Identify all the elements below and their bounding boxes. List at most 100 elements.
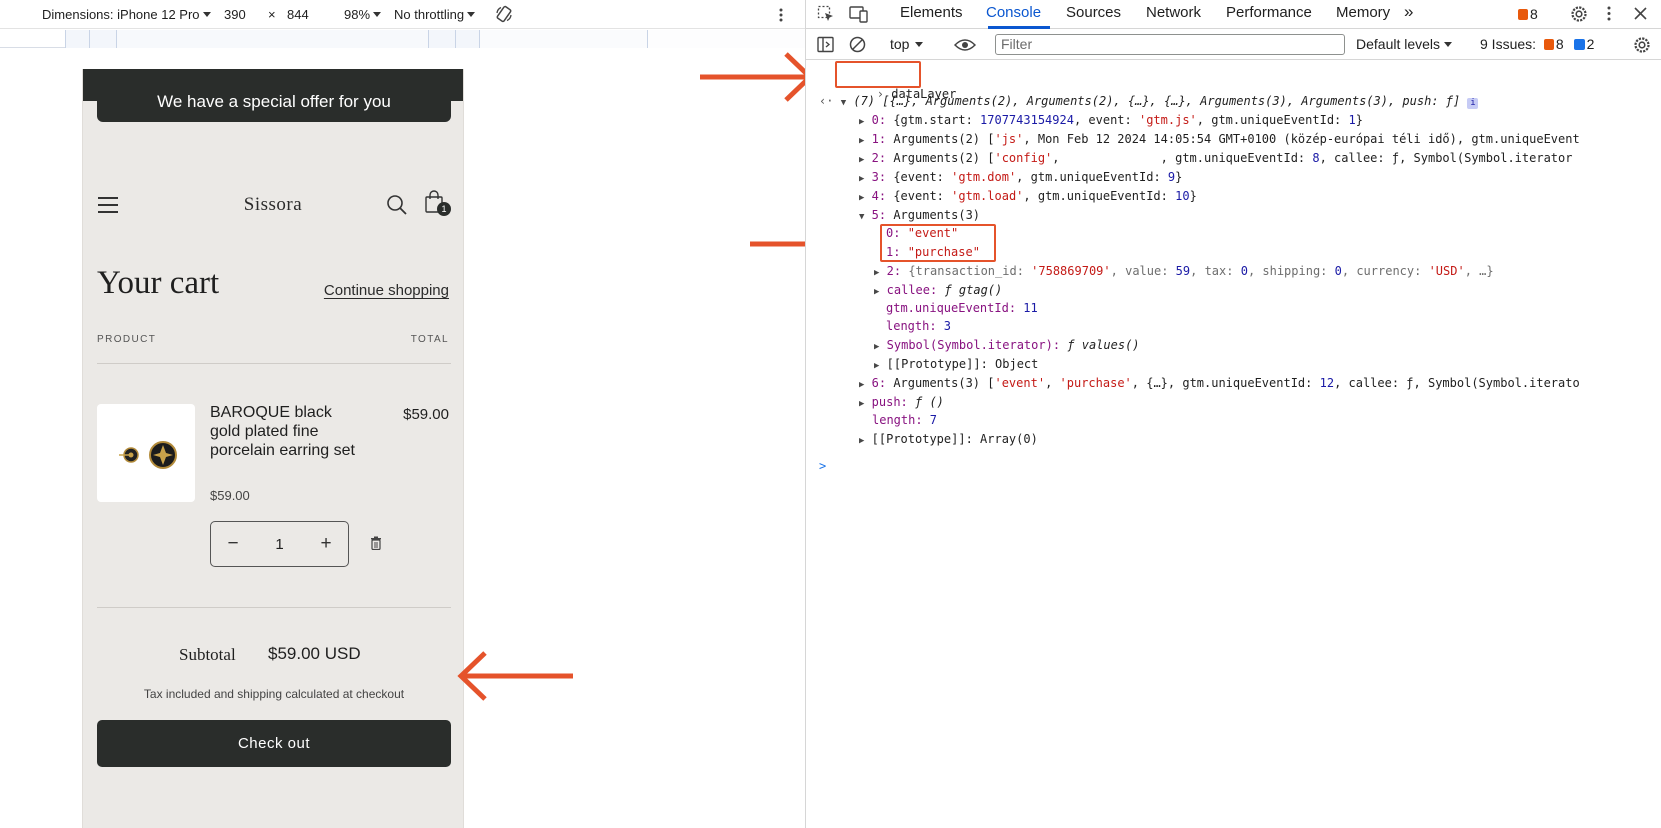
array-entry[interactable]: ▶ 2: Arguments(2) ['config', , gtm.uniqu…	[859, 149, 1572, 167]
more-tabs-icon[interactable]: »	[1404, 2, 1413, 22]
tab-memory[interactable]: Memory	[1336, 4, 1390, 21]
collapsed-triangle-icon: ▶	[859, 117, 865, 127]
product-thumbnail[interactable]	[97, 404, 195, 502]
array-length-entry[interactable]: length: 7	[872, 411, 937, 429]
ruler-segment[interactable]	[479, 30, 647, 48]
entry-string: '758869709'	[1031, 264, 1111, 278]
entry-number: 0	[1240, 264, 1248, 278]
more-options-icon[interactable]	[1607, 6, 1611, 21]
unique-event-id-entry[interactable]: gtm.uniqueEventId: 11	[886, 299, 1038, 317]
collapsed-triangle-icon: ▶	[859, 193, 865, 203]
tab-sources[interactable]: Sources	[1066, 4, 1121, 21]
quantity-input[interactable]: 1	[275, 536, 283, 553]
ruler-segment[interactable]	[647, 30, 805, 48]
store-logo[interactable]: Sissora	[203, 194, 343, 216]
menu-icon[interactable]	[98, 197, 118, 213]
throttling-select[interactable]: No throttling	[394, 7, 476, 22]
inspect-element-icon[interactable]	[817, 5, 835, 23]
entry-number: 0	[1334, 264, 1342, 278]
prototype-label: [[Prototype]]: Array(0)	[871, 432, 1038, 446]
entry-number: 12	[1319, 376, 1335, 390]
collapsed-triangle-icon: ▶	[874, 287, 880, 297]
device-emulation-pane: Dimensions: iPhone 12 Pro 390 × 844 98% …	[0, 0, 805, 828]
divider	[97, 363, 451, 364]
tab-network[interactable]: Network	[1146, 4, 1201, 21]
array-entry[interactable]: ▶ 3: {event: 'gtm.dom', gtm.uniqueEventI…	[859, 168, 1182, 186]
tab-console[interactable]: Console	[986, 4, 1041, 21]
zoom-select[interactable]: 98%	[344, 7, 382, 22]
collapsed-triangle-icon: ▶	[859, 380, 865, 390]
argument-entry[interactable]: ▶ 2: {transaction_id: '758869709', value…	[874, 262, 1494, 280]
issues-info-count: 2	[1586, 36, 1595, 52]
live-expression-eye-icon[interactable]	[954, 38, 976, 52]
iterator-entry[interactable]: ▶ Symbol(Symbol.iterator): ƒ values()	[874, 336, 1140, 354]
entry-string: 'event'	[994, 376, 1046, 390]
property-value: 3	[936, 319, 952, 333]
clear-console-icon[interactable]	[849, 36, 866, 53]
issues-button[interactable]: 9 Issues: 8 2	[1480, 36, 1594, 52]
console-prompt[interactable]: >	[819, 457, 826, 475]
close-icon[interactable]	[1634, 7, 1647, 20]
device-width-input[interactable]: 390	[224, 7, 246, 22]
push-entry[interactable]: ▶ push: ƒ ()	[859, 393, 944, 411]
chevron-down-icon	[1444, 42, 1453, 47]
array-entry[interactable]: ▶ 6: Arguments(3) ['event', 'purchase', …	[859, 374, 1580, 392]
sidebar-toggle-icon[interactable]	[817, 36, 834, 53]
special-offer-banner[interactable]: We have a special offer for you	[97, 86, 451, 122]
console-result-summary[interactable]: ‹· ▼ (7) [{…}, Arguments(2), Arguments(2…	[819, 92, 1479, 110]
tab-performance[interactable]: Performance	[1226, 4, 1312, 21]
ruler-segment[interactable]	[428, 30, 455, 48]
chevron-down-icon	[373, 12, 382, 17]
cart-title: Your cart	[97, 265, 220, 301]
info-icon[interactable]: i	[1467, 98, 1479, 109]
entry-index: 1:	[871, 132, 887, 146]
log-levels-select[interactable]: Default levels	[1356, 36, 1453, 52]
entry-index: 6:	[871, 376, 887, 390]
product-name-link[interactable]: BAROQUE black gold plated fine porcelain…	[210, 403, 360, 460]
array-entry[interactable]: ▶ 1: Arguments(2) ['js', Mon Feb 12 2024…	[859, 130, 1580, 148]
rotate-icon[interactable]	[495, 5, 513, 23]
checkout-button[interactable]: Check out	[97, 720, 451, 767]
device-dimensions-select[interactable]: Dimensions: iPhone 12 Pro	[42, 7, 211, 22]
context-select[interactable]: top	[890, 36, 924, 52]
array-entry[interactable]: ▶ 0: {gtm.start: 1707743154924, event: '…	[859, 111, 1363, 129]
decrease-quantity-button[interactable]: −	[225, 533, 241, 555]
ruler-segment[interactable]	[65, 30, 89, 48]
ruler-segment[interactable]	[116, 30, 428, 48]
array-entry[interactable]: ▶ 4: {event: 'gtm.load', gtm.uniqueEvent…	[859, 187, 1197, 205]
device-height-input[interactable]: 844	[287, 7, 309, 22]
error-count: 8	[1530, 6, 1538, 22]
entry-text: , shipping:	[1247, 264, 1335, 278]
chevron-down-icon	[915, 42, 924, 47]
collapsed-triangle-icon: ▶	[859, 399, 865, 409]
entry-number: 8	[1312, 151, 1320, 165]
length-entry[interactable]: length: 3	[886, 317, 951, 335]
entry-string: 'js'	[994, 132, 1024, 146]
cart-button[interactable]: 1	[424, 190, 454, 218]
continue-shopping-link[interactable]: Continue shopping	[324, 282, 449, 299]
search-icon[interactable]	[386, 194, 408, 216]
entry-string: 'purchase'	[1059, 376, 1132, 390]
tab-elements[interactable]: Elements	[900, 4, 963, 21]
trash-icon[interactable]	[370, 536, 382, 550]
callee-entry[interactable]: ▶ callee: ƒ gtag()	[874, 281, 1002, 299]
array-entry-expanded[interactable]: ▼ 5: Arguments(3)	[859, 206, 980, 224]
property-key: push:	[871, 395, 908, 409]
settings-gear-icon[interactable]	[1570, 5, 1588, 23]
ruler-segment[interactable]	[455, 30, 479, 48]
ruler-segment[interactable]	[89, 30, 116, 48]
earring-image	[119, 441, 177, 469]
annotation-arrow	[700, 52, 814, 102]
prototype-entry[interactable]: ▶ [[Prototype]]: Object	[874, 355, 1038, 373]
divider	[97, 607, 451, 608]
array-prototype-entry[interactable]: ▶ [[Prototype]]: Array(0)	[859, 430, 1038, 448]
throttling-label: No throttling	[394, 7, 465, 22]
errors-counter[interactable]: 8	[1518, 6, 1538, 22]
entry-string: 'gtm.load'	[951, 189, 1024, 203]
device-toolbar-icon[interactable]	[849, 5, 869, 23]
console-settings-gear-icon[interactable]	[1633, 36, 1651, 54]
increase-quantity-button[interactable]: +	[318, 533, 334, 555]
annotation-highlight-box	[835, 61, 921, 88]
console-filter-input[interactable]: Filter	[995, 34, 1345, 55]
more-options-icon[interactable]	[779, 8, 783, 22]
